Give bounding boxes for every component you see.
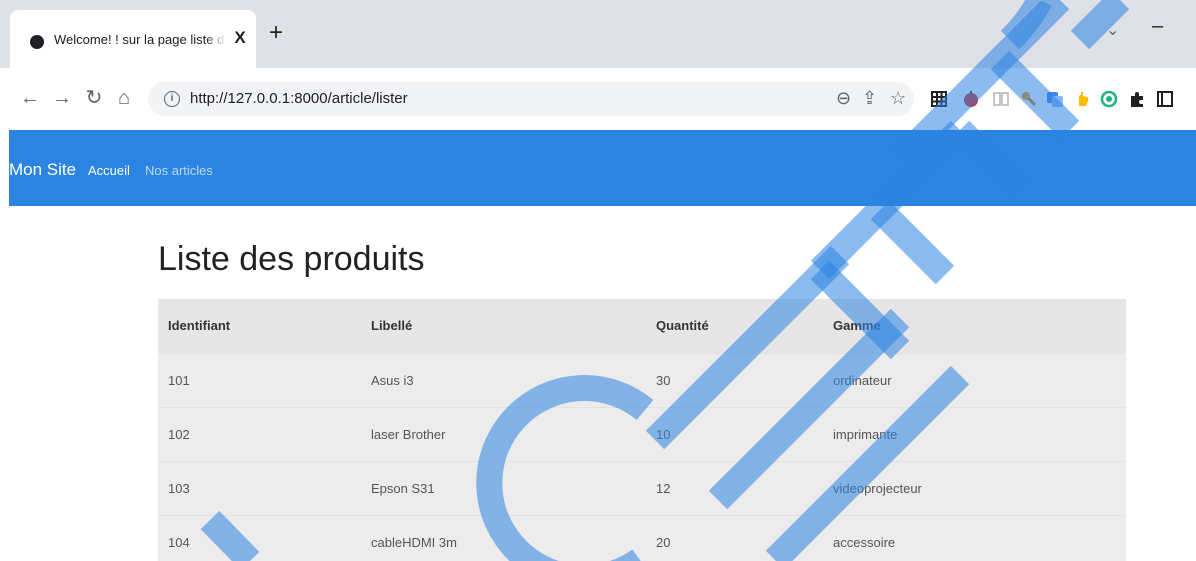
info-icon[interactable]: i bbox=[164, 91, 180, 107]
panel-extension-icon[interactable] bbox=[992, 90, 1010, 108]
star-icon[interactable]: ☆ bbox=[890, 88, 906, 109]
cell-gamme: accessoire bbox=[823, 514, 1126, 561]
cell-libelle: Epson S31 bbox=[361, 460, 646, 515]
header-libelle: Libellé bbox=[361, 299, 646, 353]
zoom-icon[interactable]: ⊖ bbox=[836, 88, 851, 109]
cell-gamme: ordinateur bbox=[823, 352, 1126, 407]
apple-extension-icon[interactable] bbox=[962, 90, 980, 108]
browser-tabstrip: Welcome! ! sur la page liste des article… bbox=[0, 0, 1196, 68]
new-tab-button[interactable]: + bbox=[264, 21, 288, 46]
puzzle-extensions-icon[interactable] bbox=[1128, 90, 1146, 108]
cell-gamme: imprimante bbox=[823, 406, 1126, 461]
cell-identifiant: 103 bbox=[158, 460, 361, 515]
nav-link-accueil[interactable]: Accueil bbox=[88, 163, 130, 178]
cell-identifiant: 104 bbox=[158, 514, 361, 561]
favicon-icon bbox=[30, 35, 44, 49]
forward-arrow-icon[interactable]: → bbox=[50, 86, 74, 110]
cell-identifiant: 102 bbox=[158, 406, 361, 461]
side-panel-icon[interactable] bbox=[1156, 90, 1174, 108]
cell-gamme: videoprojecteur bbox=[823, 460, 1126, 515]
cell-libelle: cableHDMI 3m bbox=[361, 514, 646, 561]
nav-link-nos-articles[interactable]: Nos articles bbox=[145, 163, 213, 178]
table-row: 101 Asus i3 30 ordinateur bbox=[158, 352, 1126, 407]
browser-tab[interactable]: Welcome! ! sur la page liste des article… bbox=[10, 10, 256, 68]
cell-quantite: 30 bbox=[646, 352, 823, 407]
table-row: 103 Epson S31 12 videoprojecteur bbox=[158, 460, 1126, 515]
tab-title: Welcome! ! sur la page liste des article… bbox=[54, 32, 226, 47]
cell-libelle: laser Brother bbox=[361, 406, 646, 461]
table-header-row: Identifiant Libellé Quantité Gamme bbox=[158, 299, 1126, 353]
url-text[interactable]: http://127.0.0.1:8000/article/lister bbox=[190, 90, 408, 107]
tab-search-chevron-icon[interactable]: ⌄ bbox=[1106, 20, 1119, 40]
cell-quantite: 12 bbox=[646, 460, 823, 515]
products-table: Identifiant Libellé Quantité Gamme 101 A… bbox=[158, 299, 1126, 561]
header-identifiant: Identifiant bbox=[158, 299, 361, 353]
reload-icon[interactable]: ↻ bbox=[82, 86, 106, 110]
back-arrow-icon[interactable]: ← bbox=[18, 86, 42, 110]
tab-close-button[interactable]: X bbox=[230, 28, 250, 48]
header-quantite: Quantité bbox=[646, 299, 823, 353]
table-row: 102 laser Brother 10 imprimante bbox=[158, 406, 1126, 461]
site-navbar: Mon Site Accueil Nos articles bbox=[9, 130, 1196, 206]
hand-extension-icon[interactable] bbox=[1074, 90, 1092, 108]
cell-libelle: Asus i3 bbox=[361, 352, 646, 407]
home-icon[interactable]: ⌂ bbox=[112, 86, 136, 110]
share-icon[interactable]: ⇪ bbox=[862, 88, 877, 109]
circle-extension-icon[interactable] bbox=[1100, 90, 1118, 108]
grid-extension-icon[interactable] bbox=[930, 90, 948, 108]
cell-quantite: 10 bbox=[646, 406, 823, 461]
header-gamme: Gamme bbox=[823, 299, 1126, 353]
cell-quantite: 20 bbox=[646, 514, 823, 561]
minimize-button[interactable]: – bbox=[1152, 15, 1163, 38]
page-title: Liste des produits bbox=[158, 240, 425, 278]
key-extension-icon[interactable] bbox=[1020, 90, 1038, 108]
translate-extension-icon[interactable] bbox=[1046, 90, 1064, 108]
site-brand-link[interactable]: Mon Site bbox=[9, 160, 76, 180]
browser-toolbar: ← → ↻ ⌂ i http://127.0.0.1:8000/article/… bbox=[0, 68, 1196, 130]
table-row: 104 cableHDMI 3m 20 accessoire bbox=[158, 514, 1126, 561]
address-bar[interactable]: i http://127.0.0.1:8000/article/lister ⊖… bbox=[148, 82, 914, 116]
cell-identifiant: 101 bbox=[158, 352, 361, 407]
